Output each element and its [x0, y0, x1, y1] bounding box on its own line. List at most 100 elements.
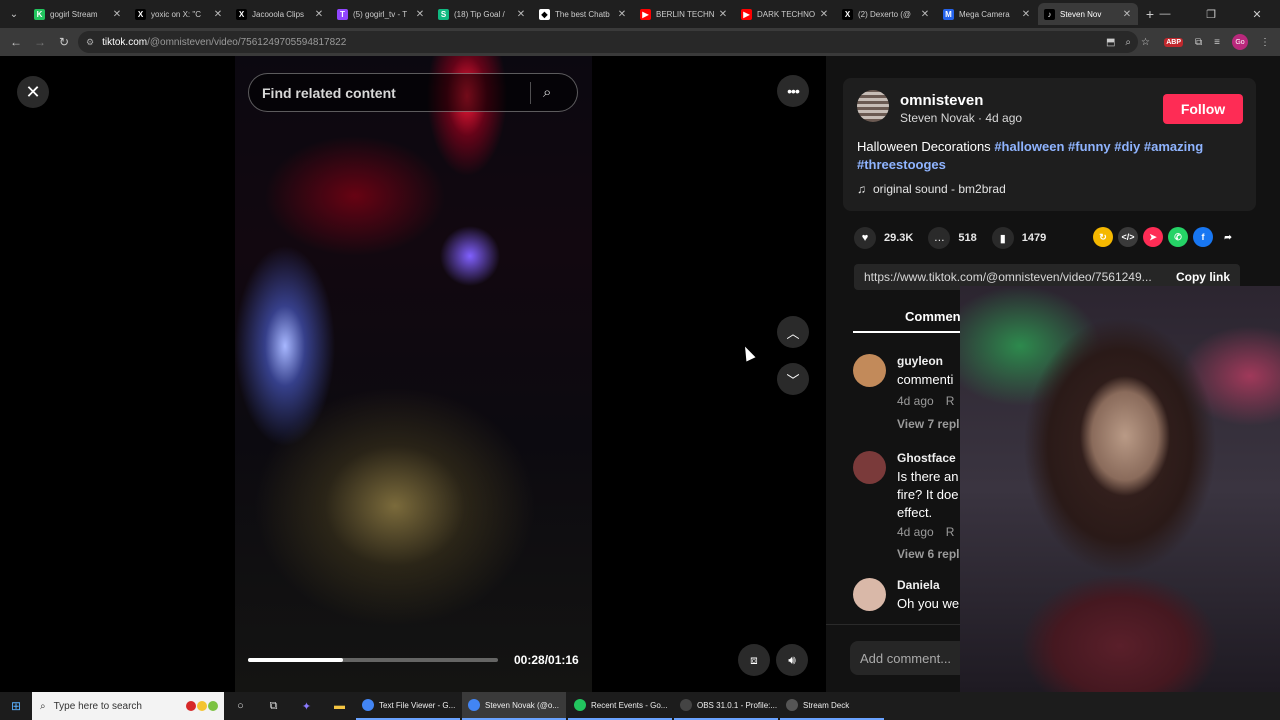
- extensions-icon[interactable]: ⧉: [1195, 37, 1202, 48]
- close-tab-icon[interactable]: ✕: [1021, 9, 1031, 20]
- facebook-icon[interactable]: f: [1193, 227, 1213, 247]
- taskbar-app[interactable]: Recent Events - Go...: [568, 692, 672, 720]
- cortana-icon[interactable]: ○: [224, 692, 257, 720]
- taskbar-app[interactable]: Stream Deck: [780, 692, 884, 720]
- heart-icon: ♥: [854, 227, 876, 249]
- browser-tab[interactable]: ♪ Steven Nov ✕: [1038, 3, 1138, 25]
- tab-active-indicator: [853, 331, 963, 333]
- browser-tab[interactable]: S (18) Tip Goal / ✕: [432, 3, 532, 25]
- taskbar-search-input[interactable]: Type here to search: [54, 701, 142, 712]
- adblock-icon[interactable]: ABP: [1164, 37, 1184, 47]
- close-window-icon[interactable]: ✕: [1234, 0, 1280, 28]
- whatsapp-icon[interactable]: ✆: [1168, 227, 1188, 247]
- comment-button[interactable]: … 518: [928, 227, 977, 249]
- browser-tab[interactable]: ▶ BERLIN TECHN ✕: [634, 3, 734, 25]
- reload-icon[interactable]: ↻: [52, 30, 76, 54]
- tab-title: Steven Nov: [1060, 9, 1102, 19]
- address-bar-row: ← → ↻ ⚙ tiktok.com /@omnisteven/video/75…: [0, 28, 1280, 56]
- close-tab-icon[interactable]: ✕: [314, 9, 324, 20]
- avatar[interactable]: [853, 578, 886, 611]
- view-replies-button[interactable]: View 6 repli: [897, 547, 963, 561]
- close-tab-icon[interactable]: ✕: [718, 9, 728, 20]
- close-tab-icon[interactable]: ✕: [920, 9, 930, 20]
- close-tab-icon[interactable]: ✕: [819, 9, 829, 20]
- reply-button[interactable]: R: [946, 525, 955, 539]
- comment-count: 518: [958, 232, 977, 244]
- close-tab-icon[interactable]: ✕: [1122, 9, 1132, 20]
- webcam-overlay: [960, 286, 1280, 692]
- browser-menu-icon[interactable]: ⋮: [1260, 37, 1270, 48]
- send-icon[interactable]: ➤: [1143, 227, 1163, 247]
- browser-tab[interactable]: ◆ The best Chatb ✕: [533, 3, 633, 25]
- app-icon: [574, 699, 586, 711]
- browser-tab[interactable]: Xyoxic on X: "C ✕: [129, 3, 229, 25]
- browser-tab[interactable]: Kgogirl Stream ✕: [28, 3, 128, 25]
- task-view-icon[interactable]: ⧉: [257, 692, 290, 720]
- close-tab-icon[interactable]: ✕: [516, 9, 526, 20]
- url-field[interactable]: ⚙ tiktok.com /@omnisteven/video/75612497…: [78, 31, 1138, 53]
- comment-author[interactable]: Ghostface: [897, 451, 956, 465]
- media-controls-icon[interactable]: ≡: [1214, 37, 1220, 48]
- file-explorer-icon[interactable]: ▬: [323, 692, 356, 720]
- avatar[interactable]: [853, 354, 886, 387]
- install-icon[interactable]: ⬒: [1106, 37, 1115, 48]
- windows-start-icon[interactable]: ⊞: [0, 692, 32, 720]
- taskbar-search[interactable]: ⌕ Type here to search: [32, 692, 224, 720]
- follow-button[interactable]: Follow: [1163, 94, 1243, 124]
- avatar[interactable]: [857, 90, 889, 122]
- share-arrow-icon[interactable]: ➦: [1218, 227, 1238, 247]
- forward-icon[interactable]: →: [28, 30, 52, 54]
- description-text: Halloween Decorations: [857, 139, 991, 154]
- close-tab-icon[interactable]: ✕: [415, 9, 425, 20]
- tab-title: (18) Tip Goal /: [454, 9, 505, 19]
- tab-search-icon[interactable]: ⌄: [0, 0, 28, 28]
- back-icon[interactable]: ←: [4, 30, 28, 54]
- avatar[interactable]: [853, 451, 886, 484]
- close-tab-icon[interactable]: ✕: [617, 9, 627, 20]
- tab-favicon-icon: X: [135, 8, 146, 20]
- hashtag-link[interactable]: #halloween: [994, 139, 1064, 154]
- comment-author[interactable]: Daniela: [897, 578, 940, 592]
- sound-link[interactable]: ♫ original sound - bm2brad: [857, 182, 1006, 196]
- taskbar-app[interactable]: Steven Novak (@o...: [462, 692, 566, 720]
- browser-tab[interactable]: ▶ DARK TECHNO ✕: [735, 3, 835, 25]
- view-replies-button[interactable]: View 7 repli: [897, 417, 963, 431]
- browser-tab[interactable]: T (5) gogirl_tv - T ✕: [331, 3, 431, 25]
- author-username[interactable]: omnisteven: [900, 92, 983, 109]
- close-tab-icon[interactable]: ✕: [112, 9, 122, 20]
- hashtag-link[interactable]: #threestooges: [857, 157, 946, 172]
- tab-title: gogirl Stream: [50, 9, 98, 19]
- hashtag-link[interactable]: #funny: [1068, 139, 1111, 154]
- close-tab-icon[interactable]: ✕: [213, 9, 223, 20]
- hashtag-link[interactable]: #diy: [1114, 139, 1140, 154]
- browser-tab[interactable]: X Jacooola Clips ✕: [230, 3, 330, 25]
- profile-avatar-icon[interactable]: Go: [1232, 34, 1248, 50]
- hashtag-link[interactable]: #amazing: [1144, 139, 1203, 154]
- tab-favicon-icon: ▶: [741, 8, 752, 20]
- site-info-icon[interactable]: ⚙: [86, 37, 94, 48]
- copilot-icon[interactable]: ✦: [290, 692, 323, 720]
- engagement-actions: ♥ 29.3K … 518 ▮ 1479: [854, 227, 1061, 249]
- url-host: tiktok.com: [102, 36, 148, 48]
- embed-icon[interactable]: </>: [1118, 227, 1138, 247]
- like-button[interactable]: ♥ 29.3K: [854, 227, 913, 249]
- music-note-icon: ♫: [857, 182, 866, 196]
- bookmark-star-icon[interactable]: ☆: [1141, 37, 1150, 48]
- reply-button[interactable]: R: [946, 394, 955, 408]
- tab-title: Mega Camera: [959, 9, 1010, 19]
- minimize-icon[interactable]: —: [1142, 0, 1188, 28]
- search-icon: ⌕: [40, 700, 46, 712]
- taskbar-app[interactable]: Text File Viewer - G...: [356, 692, 460, 720]
- tab-favicon-icon: K: [34, 8, 45, 20]
- tab-comments[interactable]: Comment: [905, 309, 965, 324]
- save-button[interactable]: ▮ 1479: [991, 227, 1046, 249]
- taskbar-app-label: Recent Events - Go...: [591, 700, 668, 710]
- maximize-icon[interactable]: ❐: [1188, 0, 1234, 28]
- taskbar-app[interactable]: OBS 31.0.1 - Profile:...: [674, 692, 778, 720]
- repost-icon[interactable]: ↻: [1093, 227, 1113, 247]
- comment-author[interactable]: guyleon: [897, 354, 943, 368]
- browser-tab[interactable]: M Mega Camera ✕: [937, 3, 1037, 25]
- browser-tab[interactable]: X (2) Dexerto (@ ✕: [836, 3, 936, 25]
- zoom-icon[interactable]: ⌕: [1125, 37, 1131, 48]
- copy-link-button[interactable]: Copy link: [1176, 270, 1230, 284]
